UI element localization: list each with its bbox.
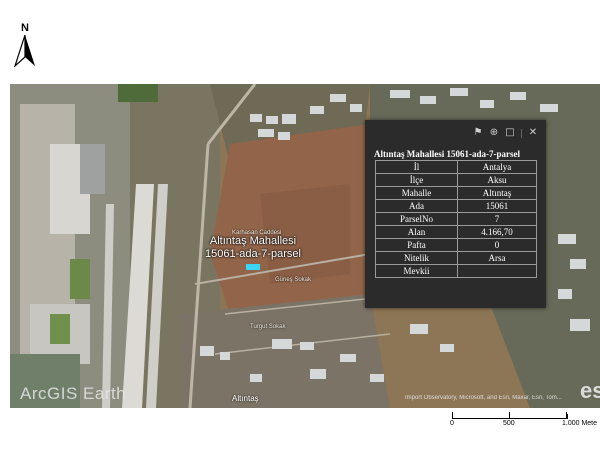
attribute-label: Mevkii: [374, 264, 459, 278]
street-label: Turgut Sokak: [250, 324, 286, 330]
town-label: Altıntaş: [232, 394, 259, 403]
attribute-value: Antalya: [457, 160, 537, 174]
attribute-row: Mahalle Altıntaş: [374, 186, 537, 200]
attribute-label: Pafta: [374, 238, 459, 252]
arcgis-watermark: ArcGIS Earth: [20, 384, 127, 403]
scale-label-mid: 500: [503, 420, 515, 427]
attribute-label: Alan: [374, 225, 459, 239]
attribute-value: Arsa: [457, 251, 537, 265]
scale-label-start: 0: [450, 420, 454, 427]
parcel-label-line2: 15061-ada-7-parsel: [204, 248, 301, 260]
attribute-row: İl Antalya: [374, 160, 537, 174]
satellite-map[interactable]: Karhasan Caddesi Güneş Sokak Turgut Soka…: [10, 84, 600, 408]
scale-tick: [509, 412, 510, 418]
attribute-row: Mevkii: [374, 264, 537, 278]
scale-label-end: 1.000 Mete: [562, 420, 598, 427]
attribute-value: Aksu: [457, 173, 537, 187]
attribute-value: 0: [457, 238, 537, 252]
attribute-label: İlçe: [374, 173, 459, 187]
north-arrow: N: [10, 22, 40, 68]
attribute-row: Ada 15061: [374, 199, 537, 213]
close-icon[interactable]: ✕: [528, 128, 538, 138]
toolbar-divider: [521, 128, 522, 138]
scale-tick: [566, 412, 567, 418]
scale-bar-line: [452, 414, 568, 419]
attribute-label: Nitelik: [374, 251, 459, 265]
north-arrow-icon: [14, 35, 35, 67]
scale-tick: [452, 412, 453, 418]
attribute-label: ParselNo: [374, 212, 459, 226]
parcel-label-line1: Altıntaş Mahallesi: [209, 235, 297, 247]
attribute-row: Pafta 0: [374, 238, 537, 252]
parcel-highlight[interactable]: [246, 264, 260, 270]
attribute-value: Altıntaş: [457, 186, 537, 200]
zoom-icon[interactable]: ⊕: [489, 128, 499, 138]
attribute-label: Mahalle: [374, 186, 459, 200]
attribute-value: 7: [457, 212, 537, 226]
street-label: Güneş Sokak: [275, 277, 312, 283]
attribute-row: İlçe Aksu: [374, 173, 537, 187]
popup-title: Altıntaş Mahallesi 15061-ada-7-parsel: [374, 149, 520, 159]
popup-toolbar: ⚑ ⊕ □ ✕: [473, 128, 538, 138]
attribute-value: 4.166,70: [457, 225, 537, 239]
attribute-row: Nitelik Arsa: [374, 251, 537, 265]
parcel-info-popup: ⚑ ⊕ □ ✕ Altıntaş Mahallesi 15061-ada-7-p…: [365, 120, 546, 308]
attribute-table: İl Antalya İlçe Aksu Mahalle Altıntaş Ada 15061…: [374, 160, 537, 278]
pin-icon[interactable]: ⚑: [473, 128, 483, 138]
attribute-label: İl: [374, 160, 459, 174]
attribute-row: ParselNo 7: [374, 212, 537, 226]
attribute-row: Alan 4.166,70: [374, 225, 537, 239]
attribute-value: [457, 264, 537, 278]
map-attribution: Import Observatory, Microsoft, and Esri,…: [405, 395, 562, 401]
scale-bar: 0 500 1.000 Mete: [450, 412, 600, 442]
maximize-icon[interactable]: □: [505, 128, 515, 138]
north-letter: N: [21, 22, 29, 34]
attribute-value: 15061: [457, 199, 537, 213]
esri-logo: es: [580, 378, 600, 403]
attribute-label: Ada: [374, 199, 459, 213]
parcel-label: Altıntaş Mahallesi 15061-ada-7-parsel: [203, 235, 303, 261]
